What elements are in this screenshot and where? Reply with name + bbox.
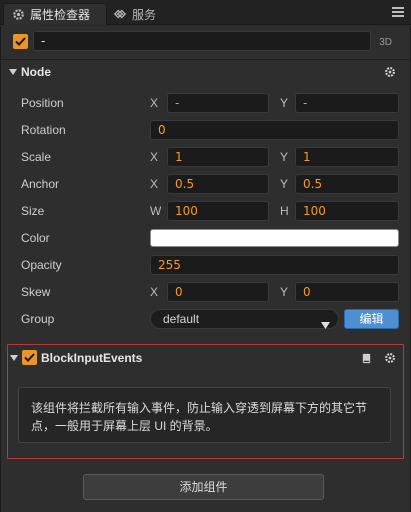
caret-down-icon [8,67,18,77]
group-label: Group [21,312,55,326]
anchor-x-axis: X [150,177,159,191]
group-select[interactable]: default [150,309,339,329]
tab-inspector-label: 属性检查器 [30,8,91,22]
component-header[interactable]: BlockInputEvents [8,345,403,369]
node-enabled-checkbox[interactable] [13,34,28,49]
node-section-header[interactable]: Node [1,60,410,84]
block-input-events-component: BlockInputEvents 该组件将拦截所有输入事件，防止输入穿透到屏幕下… [7,344,404,459]
anchor-y-input[interactable]: 0.5 [295,174,399,194]
skew-label: Skew [21,285,51,299]
skew-x-axis: X [150,285,159,299]
position-x-axis: X [150,96,159,110]
component-enabled-checkbox[interactable] [22,350,37,365]
opacity-label: Opacity [21,258,62,272]
tab-menu-icon[interactable] [391,6,405,18]
inspector-panel: - 3D Node Position X - Y - Rotation 0 Sc… [0,26,411,512]
rotation-label: Rotation [21,123,66,137]
caret-down-icon [9,353,19,363]
link-icon [113,7,127,21]
tab-bar: 属性检查器 服务 [0,0,411,25]
size-h-axis: H [280,204,289,218]
position-y-axis: Y [280,96,289,110]
position-label: Position [21,96,64,110]
component-description: 该组件将拦截所有输入事件，防止输入穿透到屏幕下方的其它节 点，一般用于屏幕上层 … [18,387,391,443]
tab-services-label: 服务 [132,7,157,22]
add-component-button[interactable]: 添加组件 [83,474,324,500]
scale-y-input[interactable]: 1 [295,147,399,167]
anchor-label: Anchor [21,177,60,191]
skew-x-input[interactable]: 0 [167,282,269,302]
anchor-y-axis: Y [280,177,289,191]
gear-icon[interactable] [383,351,397,365]
gear-icon[interactable] [383,65,397,79]
color-label: Color [21,231,50,245]
component-title: BlockInputEvents [41,351,143,365]
group-select-value: default [163,312,200,326]
scale-x-axis: X [150,150,159,164]
description-line-1: 该组件将拦截所有输入事件，防止输入穿透到屏幕下方的其它节 [31,401,368,415]
node-name-input[interactable]: - [33,31,371,51]
caret-down-icon [321,316,330,334]
edit-group-button[interactable]: 编辑 [344,309,399,329]
position-x-input[interactable]: - [167,93,269,113]
skew-y-input[interactable]: 0 [295,282,399,302]
scale-x-input[interactable]: 1 [167,147,269,167]
3d-tag[interactable]: 3D [379,37,392,48]
size-w-axis: W [150,204,162,218]
node-section-title: Node [21,65,51,79]
book-icon[interactable] [359,351,373,365]
check-icon [15,37,26,46]
description-line-2: 点，一般用于屏幕上层 UI 的背景。 [31,419,218,433]
anchor-x-input[interactable]: 0.5 [167,174,269,194]
size-h-input[interactable]: 100 [295,201,399,221]
scale-label: Scale [21,150,52,164]
rotation-input[interactable]: 0 [150,120,399,140]
check-icon [24,353,35,362]
size-w-input[interactable]: 100 [167,201,269,221]
color-swatch[interactable] [150,229,399,247]
size-label: Size [21,204,45,218]
gear-icon [11,8,25,22]
skew-y-axis: Y [280,285,289,299]
tab-inspector[interactable]: 属性检查器 [3,3,107,25]
opacity-input[interactable]: 255 [150,255,399,275]
scale-y-axis: Y [280,150,289,164]
tab-services[interactable]: 服务 [106,3,190,25]
position-y-input[interactable]: - [295,93,399,113]
